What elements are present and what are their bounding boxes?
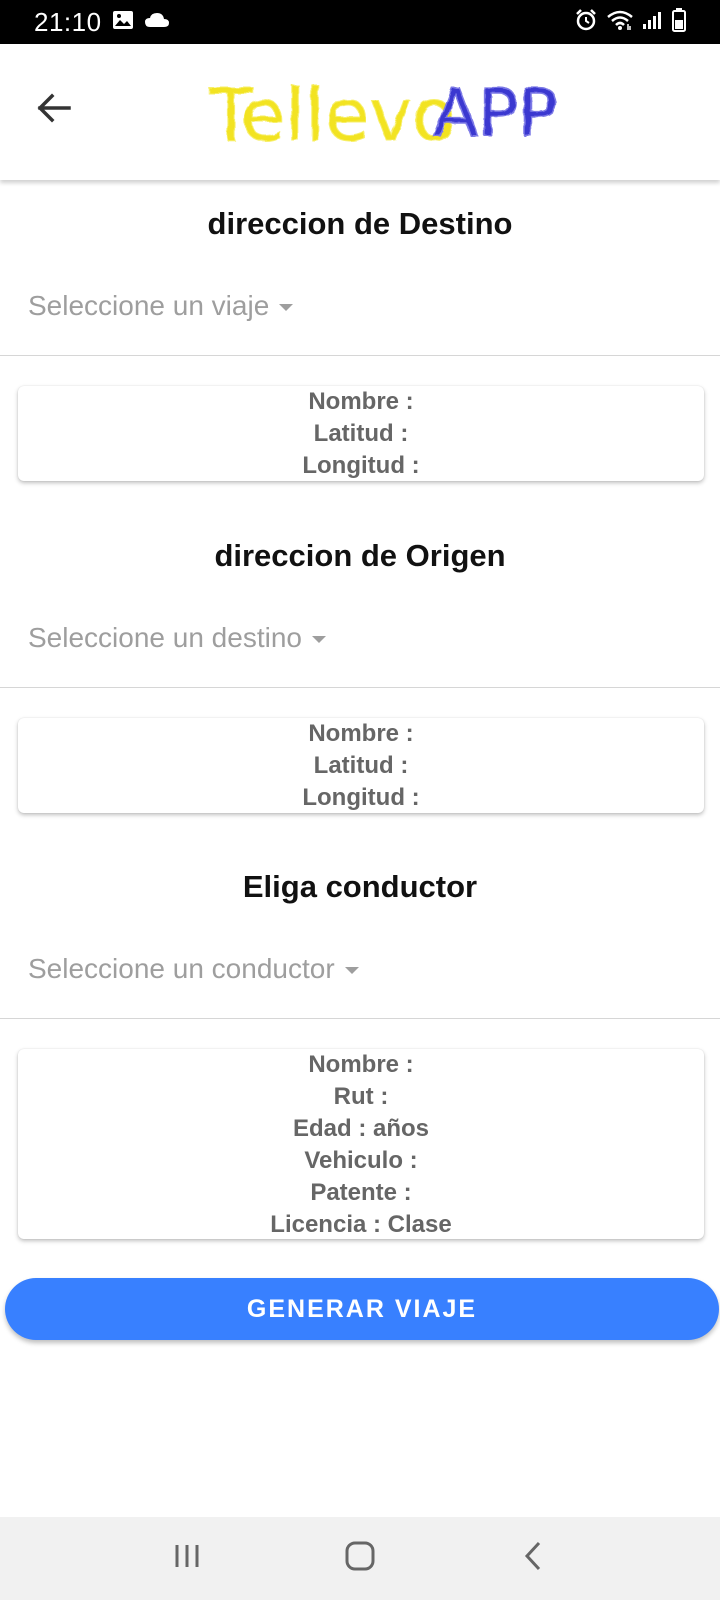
wifi-icon [606,9,634,36]
destino-card: Nombre : Latitud : Longitud : [18,386,704,481]
conductor-select[interactable]: Seleccione un conductor [0,919,720,1019]
destino-card-nombre: Nombre : [308,388,414,415]
logo-text-part2: APP [433,75,558,152]
conductor-card: Nombre : Rut : Edad : años Vehiculo : Pa… [18,1049,704,1239]
origen-card-latitud: Latitud : [313,752,409,779]
arrow-left-icon [36,93,72,128]
logo-text-part1: Tellevo [208,73,456,157]
nav-back-button[interactable] [503,1529,563,1589]
generate-trip-button[interactable]: GENERAR VIAJE [5,1278,719,1340]
battery-icon [672,7,686,37]
conductor-card-vehiculo: Vehiculo : [304,1147,418,1174]
destino-card-longitud: Longitud : [302,452,420,479]
destino-select[interactable]: Seleccione un viaje [0,256,720,356]
destino-title: direccion de Destino [207,206,513,241]
signal-icon [642,10,664,35]
status-time: 21:10 [34,6,102,37]
conductor-card-rut: Rut : [333,1083,389,1110]
app-header: Tellevo APP [0,44,720,180]
origen-card-longitud: Longitud : [302,784,420,811]
home-icon [344,1540,376,1577]
recent-apps-button[interactable] [157,1529,217,1589]
app-logo: Tellevo APP [205,64,575,164]
system-nav-bar [0,1517,720,1600]
caret-down-icon [344,967,359,974]
origen-select-placeholder: Seleccione un destino [28,621,302,653]
conductor-card-licencia: Licencia : Clase [270,1211,452,1238]
image-icon [112,10,134,35]
conductor-card-edad: Edad : años [292,1115,430,1142]
cloud-icon [144,11,170,34]
caret-down-icon [279,304,294,311]
recent-apps-icon [172,1542,202,1575]
destino-card-latitud: Latitud : [313,420,409,447]
conductor-card-nombre: Nombre : [308,1051,414,1078]
status-bar: 21:10 [0,0,720,44]
home-button[interactable] [330,1529,390,1589]
origen-select[interactable]: Seleccione un destino [0,588,720,688]
conductor-card-patente: Patente : [310,1179,412,1206]
conductor-select-placeholder: Seleccione un conductor [28,952,335,984]
conductor-title: Eliga conductor [242,869,478,904]
back-button[interactable] [28,84,80,136]
alarm-icon [574,8,598,37]
back-icon [522,1540,544,1577]
origen-card-nombre: Nombre : [308,720,414,747]
origen-card: Nombre : Latitud : Longitud : [18,718,704,813]
caret-down-icon [311,636,326,643]
origen-title: direccion de Origen [214,538,506,573]
destino-select-placeholder: Seleccione un viaje [28,289,270,321]
